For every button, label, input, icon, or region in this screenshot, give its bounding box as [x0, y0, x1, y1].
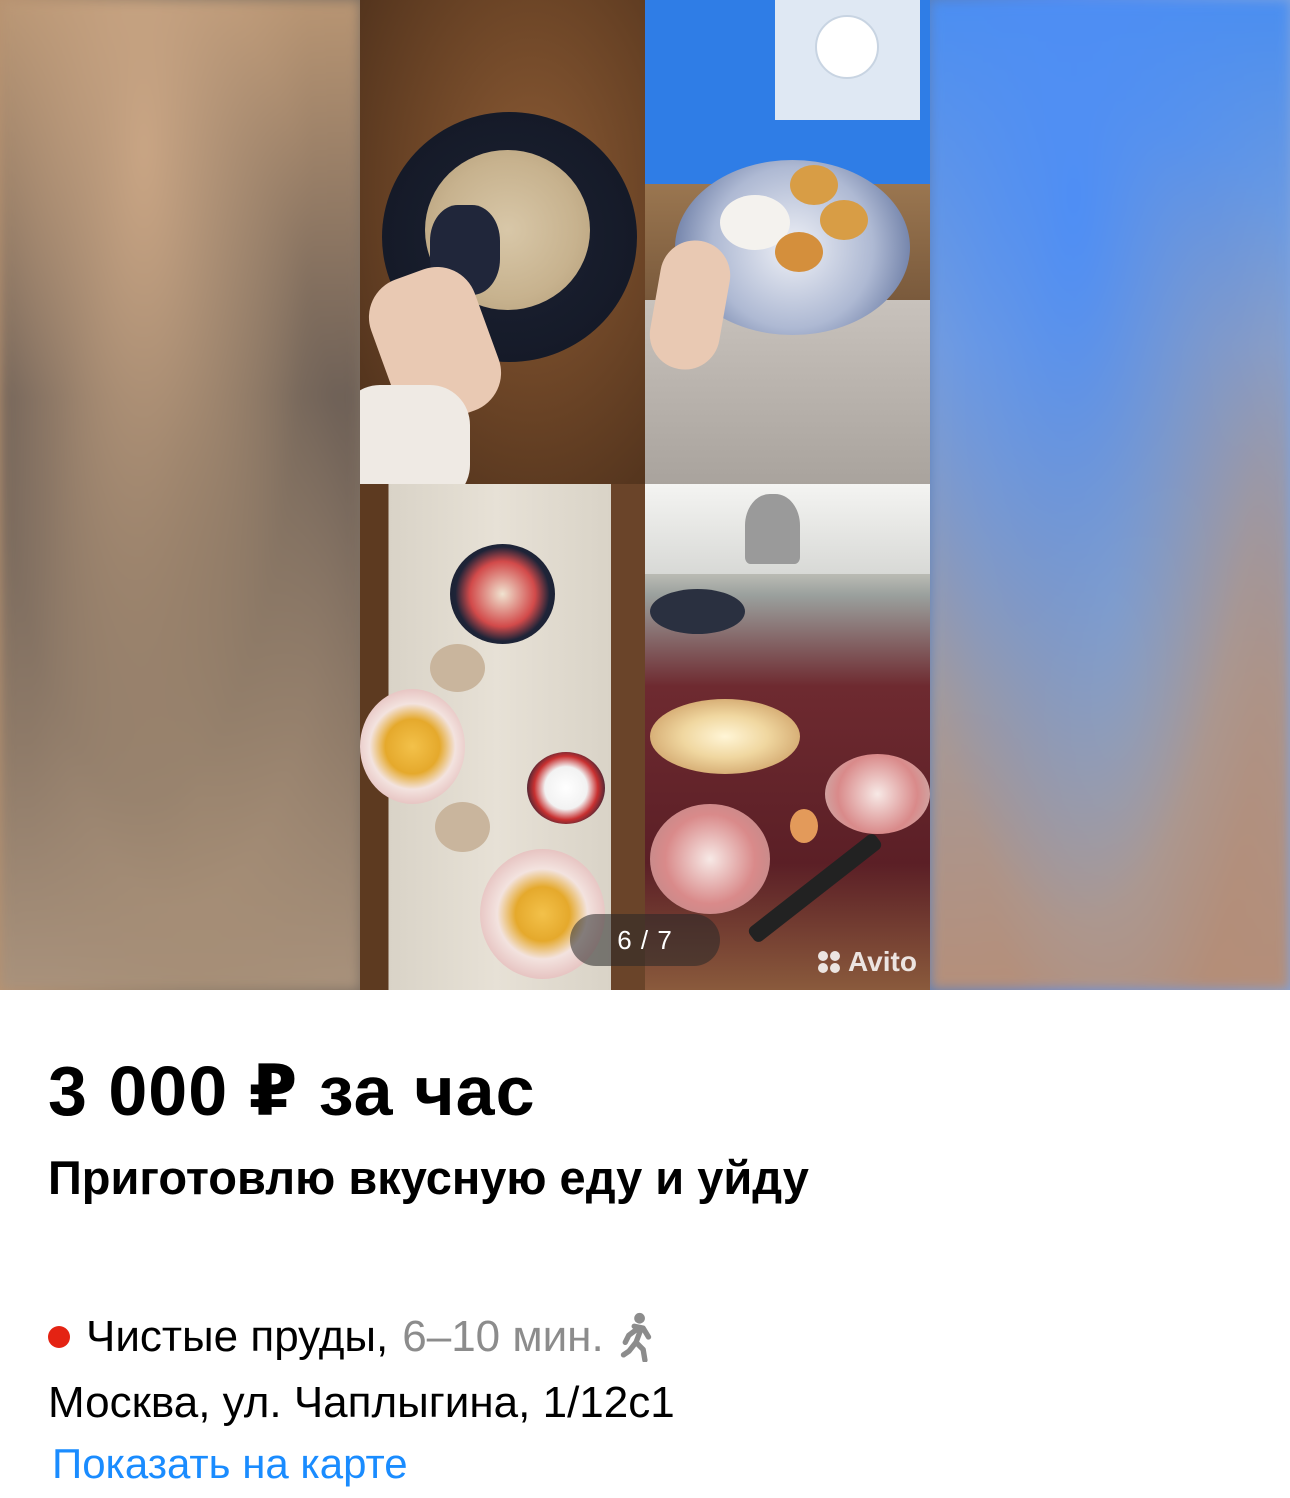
photo-quadrant-syrniki	[645, 0, 930, 484]
metro-walk-time: 6–10 мин.	[402, 1312, 604, 1361]
gallery-blur-left	[0, 0, 360, 990]
listing-price: 3 000 ₽ за час	[48, 1052, 536, 1130]
photo-quadrant-porridge	[360, 0, 645, 484]
listing-photo[interactable]	[360, 0, 930, 990]
photo-gallery[interactable]: 6 / 7 Avito	[0, 0, 1290, 990]
avito-watermark: Avito	[818, 946, 917, 978]
walking-person-icon	[620, 1312, 651, 1362]
metro-station-row: Чистые пруды, 6–10 мин.	[48, 1312, 658, 1362]
avito-watermark-text: Avito	[848, 946, 917, 977]
listing-title: Приготовлю вкусную еду и уйду	[48, 1151, 809, 1204]
metro-line-dot	[48, 1326, 70, 1348]
avito-logo-icon	[818, 951, 844, 973]
metro-station-name: Чистые пруды,	[86, 1312, 389, 1361]
photo-counter: 6 / 7	[570, 914, 720, 966]
gallery-blur-right	[930, 0, 1290, 990]
show-on-map-link[interactable]: Показать на карте	[52, 1440, 408, 1488]
listing-address: Москва, ул. Чаплыгина, 1/12с1	[48, 1378, 675, 1427]
